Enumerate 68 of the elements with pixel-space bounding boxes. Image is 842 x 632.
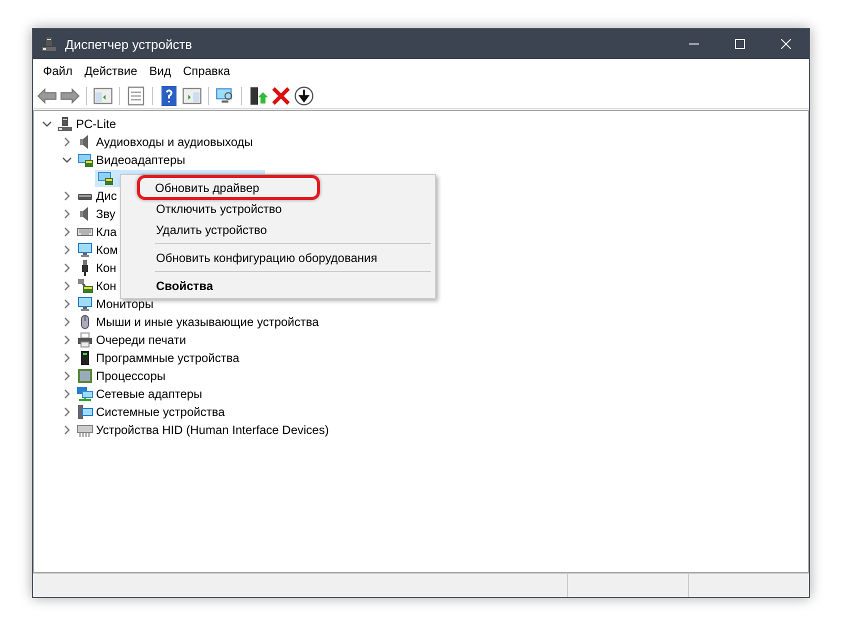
context-menu-item[interactable]: Удалить устройство bbox=[123, 219, 433, 240]
tree-item[interactable]: Аудиовходы и аудиовыходы bbox=[75, 134, 255, 150]
tree-item[interactable]: Системные устройства bbox=[75, 404, 227, 420]
window-title: Диспетчер устройств bbox=[65, 36, 194, 52]
expanded-chevron-icon[interactable] bbox=[42, 119, 52, 129]
tree-item[interactable]: Мыши и иные указывающие устройства bbox=[75, 314, 321, 330]
tree-item[interactable]: Ком bbox=[75, 242, 120, 258]
back-arrow-icon[interactable] bbox=[37, 86, 57, 106]
collapsed-chevron-icon[interactable] bbox=[62, 389, 72, 399]
collapsed-chevron-icon[interactable] bbox=[62, 137, 72, 147]
collapsed-chevron-icon[interactable] bbox=[62, 191, 72, 201]
collapsed-chevron-icon[interactable] bbox=[62, 245, 72, 255]
computer-icon bbox=[57, 116, 73, 132]
collapsed-chevron-icon[interactable] bbox=[62, 335, 72, 345]
collapsed-chevron-icon[interactable] bbox=[62, 317, 72, 327]
tree-item[interactable]: Процессоры bbox=[75, 368, 168, 384]
collapsed-chevron-icon[interactable] bbox=[62, 425, 72, 435]
monitor-icon bbox=[77, 242, 93, 258]
context-menu-item[interactable]: Обновить конфигурацию оборудования bbox=[123, 247, 433, 268]
network-icon bbox=[77, 386, 93, 402]
tree-item[interactable]: Видеоадаптеры bbox=[75, 152, 188, 168]
properties-sheet-icon[interactable] bbox=[126, 86, 146, 106]
close-icon bbox=[781, 39, 791, 49]
tree-item[interactable]: Устройства HID (Human Interface Devices) bbox=[75, 422, 331, 438]
collapsed-chevron-icon[interactable] bbox=[62, 209, 72, 219]
update-driver-icon[interactable] bbox=[248, 86, 268, 106]
hid-icon bbox=[77, 422, 93, 438]
display-icon bbox=[77, 152, 93, 168]
tree-item[interactable]: Кон bbox=[75, 260, 118, 276]
tree-item[interactable]: PC-Lite bbox=[55, 116, 118, 132]
expanded-chevron-icon[interactable] bbox=[62, 155, 72, 165]
menu-item[interactable]: Вид bbox=[143, 62, 177, 80]
collapsed-chevron-icon[interactable] bbox=[62, 353, 72, 363]
download-circle-icon[interactable] bbox=[294, 86, 314, 106]
scan-monitor-icon[interactable] bbox=[215, 86, 235, 106]
cpu-icon bbox=[77, 368, 93, 384]
system-icon bbox=[77, 404, 93, 420]
collapsed-chevron-icon[interactable] bbox=[62, 227, 72, 237]
tree-item[interactable]: Дис bbox=[75, 188, 119, 204]
tree-item[interactable]: Кон bbox=[75, 278, 118, 294]
display-icon bbox=[97, 170, 113, 186]
menu-item[interactable]: Действие bbox=[78, 62, 144, 80]
context-menu-item[interactable]: Свойства bbox=[123, 275, 433, 296]
tree-item[interactable]: Мониторы bbox=[75, 296, 156, 312]
collapsed-chevron-icon[interactable] bbox=[62, 407, 72, 417]
context-menu-item[interactable]: Обновить драйвер bbox=[137, 175, 320, 200]
computer-icon bbox=[41, 36, 57, 52]
collapsed-chevron-icon[interactable] bbox=[62, 263, 72, 273]
collapsed-chevron-icon[interactable] bbox=[62, 371, 72, 381]
forward-arrow-icon[interactable] bbox=[60, 86, 80, 106]
storage-icon bbox=[77, 278, 93, 294]
context-menu-item[interactable]: Отключить устройство bbox=[123, 198, 433, 219]
collapsed-chevron-icon[interactable] bbox=[62, 281, 72, 291]
action-pane-icon[interactable] bbox=[182, 86, 202, 106]
tree-item[interactable]: Очереди печати bbox=[75, 332, 188, 348]
tree-item[interactable]: Программные устройства bbox=[75, 350, 242, 366]
tree-item[interactable]: Сетевые адаптеры bbox=[75, 386, 204, 402]
monitor-icon bbox=[77, 296, 93, 312]
printer-icon bbox=[77, 332, 93, 348]
help-icon[interactable] bbox=[159, 86, 179, 106]
collapsed-chevron-icon[interactable] bbox=[62, 299, 72, 309]
maximize-icon bbox=[735, 39, 745, 49]
menu-item[interactable]: Файл bbox=[37, 62, 79, 80]
tree-item[interactable]: Кла bbox=[75, 224, 119, 240]
delete-x-icon[interactable] bbox=[271, 86, 291, 106]
console-tree-icon[interactable] bbox=[93, 86, 113, 106]
tree-item[interactable]: Зву bbox=[75, 206, 118, 222]
menu-item[interactable]: Справка bbox=[177, 62, 236, 80]
